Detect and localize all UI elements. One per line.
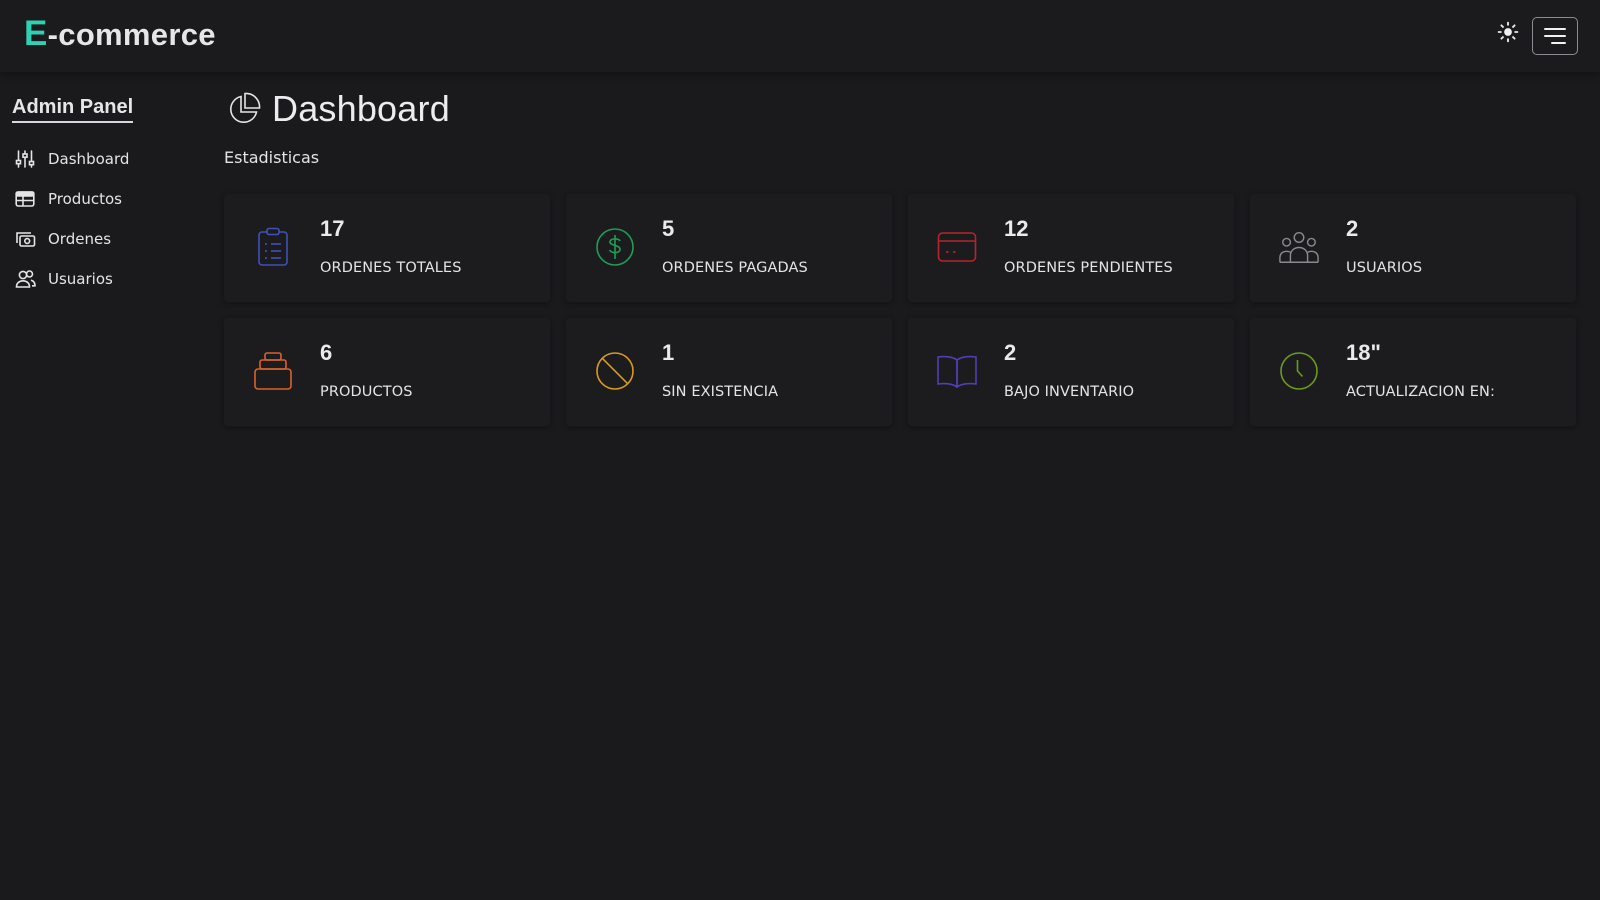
sidebar-nav: Dashboard Productos Ordenes Usuarios [12,139,202,299]
stat-card-actualizacion[interactable]: 18" ACTUALIZACION EN: [1250,318,1576,426]
sidebar-item-dashboard[interactable]: Dashboard [12,139,202,179]
stat-card-productos[interactable]: 6 PRODUCTOS [224,318,550,426]
brand-logo[interactable]: E-commerce [24,14,216,54]
stat-label: ORDENES TOTALES [320,260,462,276]
sidebar-item-label: Usuarios [48,270,113,288]
stats-grid: 17 ORDENES TOTALES 5 ORDENES PAGADAS 12 … [224,194,1576,426]
sidebar-item-label: Ordenes [48,230,112,248]
sidebar-item-usuarios[interactable]: Usuarios [12,259,202,299]
clock-icon [1278,350,1320,392]
stat-label: BAJO INVENTARIO [1004,384,1135,400]
stat-label: ORDENES PENDIENTES [1004,260,1173,276]
stat-card-ordenes-pendientes[interactable]: 12 ORDENES PENDIENTES [908,194,1234,302]
hamburger-menu-button[interactable] [1532,17,1578,55]
stat-card-ordenes-pagadas[interactable]: 5 ORDENES PAGADAS [566,194,892,302]
stat-value: 2 [1004,340,1017,365]
hamburger-menu-icon [1544,28,1566,44]
section-label: Estadisticas [224,148,320,167]
credit-card-icon [936,226,978,268]
stat-label: USUARIOS [1346,260,1423,276]
stat-value: 2 [1346,216,1359,241]
page-header: Dashboard [226,88,450,130]
ban-icon [594,350,636,392]
stat-card-usuarios[interactable]: 2 USUARIOS [1250,194,1576,302]
stat-label: ORDENES PAGADAS [662,260,808,276]
stat-value: 1 [662,340,675,365]
cash-stack-icon [13,227,37,251]
stat-card-ordenes-totales[interactable]: 17 ORDENES TOTALES [224,194,550,302]
stat-card-sin-existencia[interactable]: 1 SIN EXISTENCIA [566,318,892,426]
stat-value: 17 [320,216,345,241]
sidebar-item-ordenes[interactable]: Ordenes [12,219,202,259]
dollar-circle-icon [594,226,636,268]
brand-name-rest: -commerce [47,17,216,52]
people-group-icon [1278,226,1320,268]
sidebar: Admin Panel Dashboard Productos Ordenes … [12,96,202,299]
stat-value: 6 [320,340,333,365]
stat-label: SIN EXISTENCIA [662,384,779,400]
page-title: Dashboard [272,88,450,129]
clipboard-icon [252,226,294,268]
stat-value: 18" [1346,340,1381,365]
sidebar-item-label: Dashboard [48,150,130,168]
stat-value: 12 [1004,216,1029,241]
sliders-icon [13,147,37,171]
table-icon [13,187,37,211]
stack-box-icon [252,350,294,392]
stat-card-bajo-inventario[interactable]: 2 BAJO INVENTARIO [908,318,1234,426]
open-book-icon [936,350,978,392]
stat-label: ACTUALIZACION EN: [1346,384,1495,400]
people-icon [13,267,37,291]
sidebar-item-label: Productos [48,190,122,208]
stat-label: PRODUCTOS [320,384,413,400]
top-navbar: E-commerce [0,0,1600,72]
sidebar-item-productos[interactable]: Productos [12,179,202,219]
pie-chart-icon [226,91,262,127]
sidebar-title: Admin Panel [12,96,134,123]
sun-icon[interactable] [1494,18,1522,46]
brand-accent-letter: E [24,14,48,53]
stat-value: 5 [662,216,675,241]
